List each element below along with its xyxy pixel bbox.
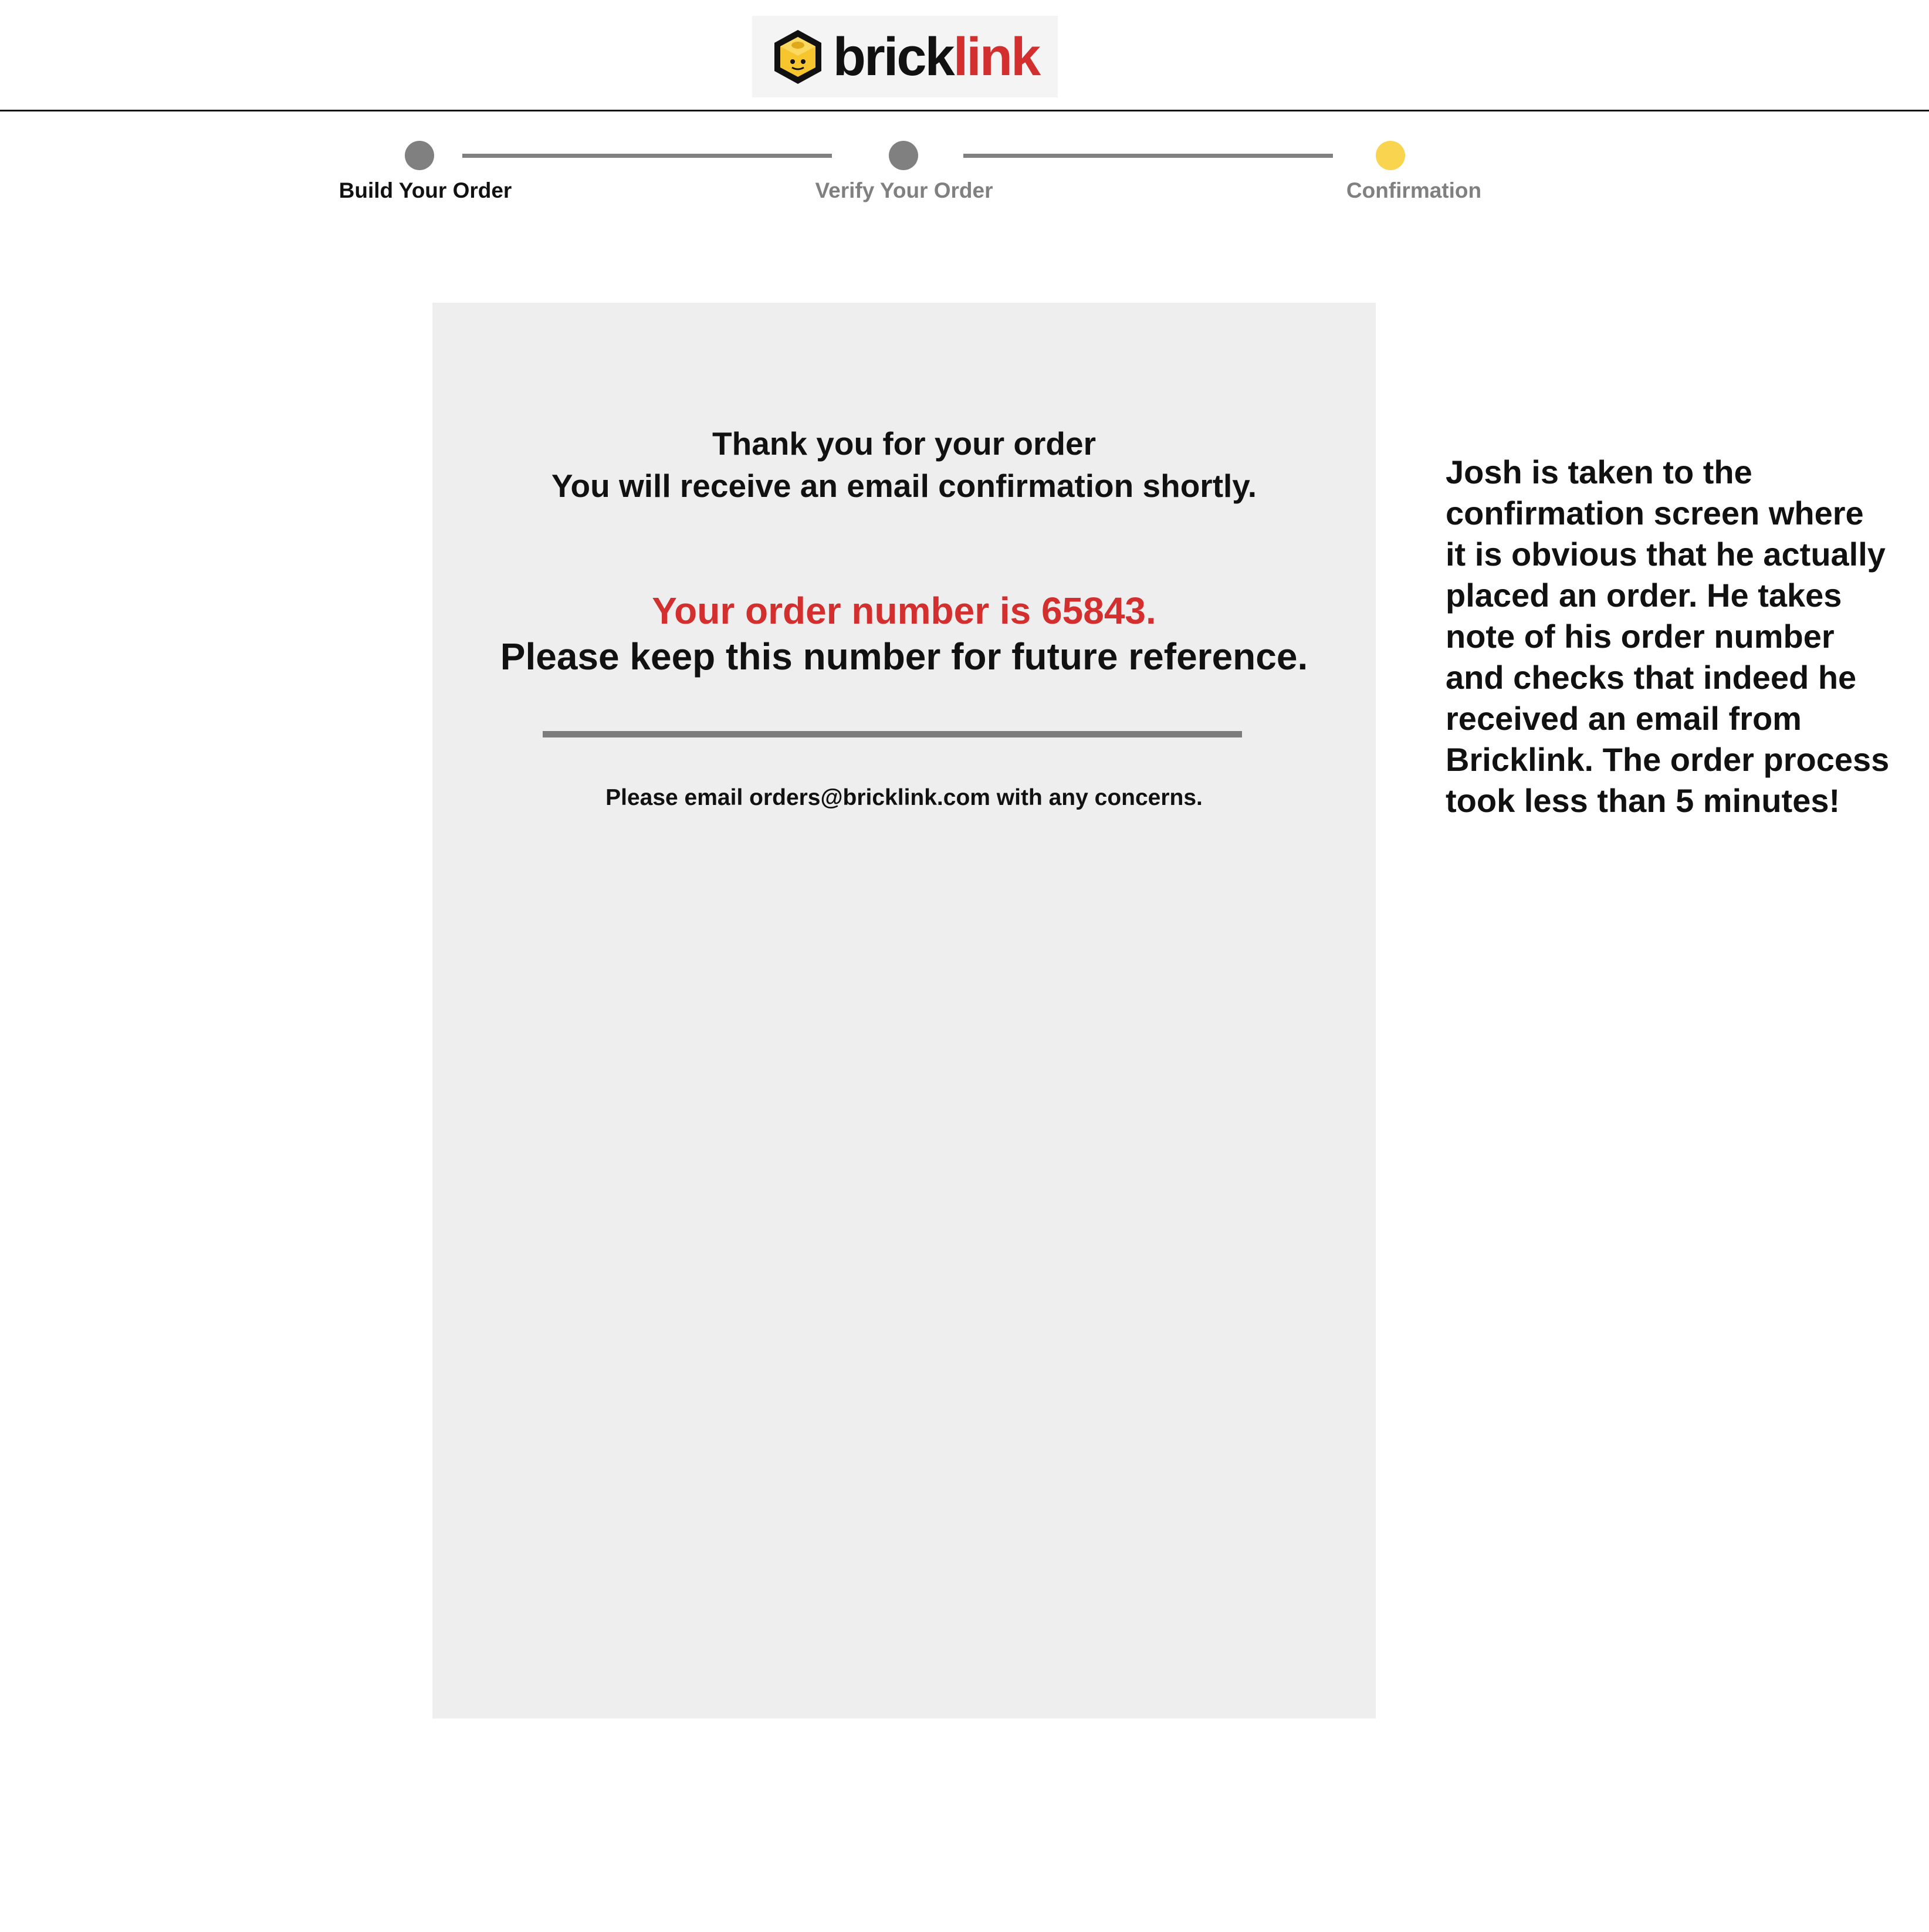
step-dot-confirmation [1376,141,1405,170]
confirmation-panel: Thank you for your order You will receiv… [432,303,1376,1718]
step-connector-1 [462,154,832,158]
step-dot-verify-order [889,141,918,170]
lego-brick-logo-icon [774,29,821,84]
step-label-build-order: Build Your Order [339,178,512,202]
thank-you-heading: Thank you for your order [712,425,1096,462]
step-label-confirmation: Confirmation [1346,178,1482,202]
step-dot-build-order [405,141,434,170]
order-number-text: Your order number is 65843. [652,590,1156,632]
step-label-verify-order: Verify Your Order [815,178,993,202]
panel-divider [543,731,1242,737]
step-connector-2 [963,154,1333,158]
bricklink-wordmark: bricklink [832,26,1041,87]
header-divider [0,110,1929,111]
scenario-annotation: Josh is taken to the confirmation screen… [1446,454,1890,819]
wordmark-brick: brick [832,26,955,87]
wordmark-link: link [953,26,1041,87]
keep-reference-text: Please keep this number for future refer… [500,635,1308,678]
bricklink-logo[interactable]: bricklink [752,16,1058,97]
concerns-contact-text: Please email orders@bricklink.com with a… [605,785,1203,810]
email-confirmation-notice: You will receive an email confirmation s… [551,468,1257,504]
